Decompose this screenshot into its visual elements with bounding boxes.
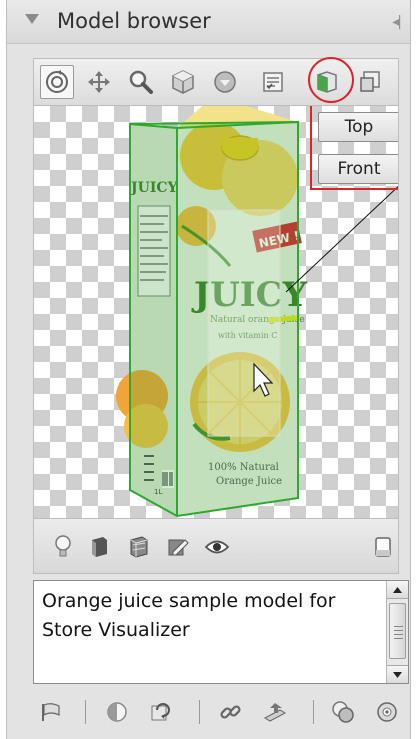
sphere-icon[interactable] [208,65,242,99]
highlight-rectangle [310,106,398,190]
wireframe-icon[interactable] [124,533,154,561]
viewport-toolbar [33,518,399,574]
highlight-circle [308,57,354,103]
view-toolbar [33,57,399,106]
zoom-icon[interactable] [124,65,158,99]
background-icon[interactable] [368,533,398,561]
selection-rectangle [207,209,281,437]
collapse-triangle-icon[interactable] [25,14,39,24]
flag-icon[interactable] [37,698,65,726]
layers-icon[interactable] [329,698,357,726]
bottom-toolbar [23,694,407,730]
globe-icon[interactable] [373,698,401,726]
light-icon[interactable] [48,533,78,561]
description-text: Orange juice sample model for Store Visu… [42,590,336,641]
scroll-down-icon[interactable] [387,665,408,683]
settings-list-icon[interactable] [256,65,290,99]
pan-icon[interactable] [82,65,116,99]
cube-icon[interactable] [166,65,200,99]
box-edit-icon[interactable] [354,65,388,99]
refresh-icon[interactable] [147,698,175,726]
model-viewport[interactable]: NEW ! JUICY JUICY Natural orange juice w… [33,106,399,518]
link-icon[interactable] [217,698,245,726]
panel-title: Model browser [57,9,211,33]
model-description[interactable]: Orange juice sample model for Store Visu… [33,580,409,684]
panel-titlebar[interactable]: Model browser ◂| [7,0,410,44]
eye-icon[interactable] [202,533,232,561]
description-scrollbar[interactable] [386,581,408,683]
shading-icon[interactable] [84,533,114,561]
model-browser-panel: Model browser ◂| Top Front Orange juice … [6,0,411,739]
edit-icon[interactable] [162,533,192,561]
export-icon[interactable] [261,698,289,726]
dock-collapse-icon[interactable]: ◂| [392,14,402,30]
scroll-thumb[interactable] [389,603,406,659]
orbit-icon[interactable] [40,65,74,99]
scroll-up-icon[interactable] [387,581,408,599]
contrast-icon[interactable] [103,698,131,726]
